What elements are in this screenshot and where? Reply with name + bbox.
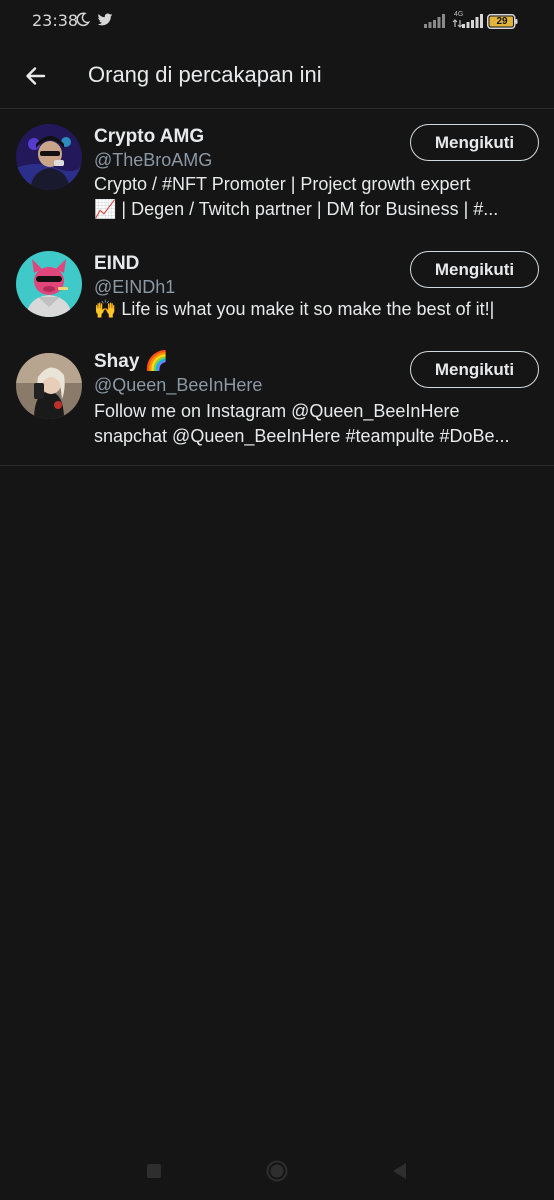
home-circle-icon[interactable] — [266, 1160, 288, 1182]
person-handle: @EINDh1 — [94, 277, 176, 297]
person-handle: @TheBroAMG — [94, 150, 213, 170]
person-row-shay[interactable]: Shay 🌈 @Queen_BeeInHere Follow me on Ins… — [0, 336, 554, 466]
person-bio: Follow me on Instagram @Queen_BeeInHere … — [94, 399, 539, 449]
page-title: Orang di percakapan ini — [88, 62, 322, 87]
following-button[interactable]: Mengikuti — [410, 351, 539, 388]
avatar-image — [16, 353, 82, 419]
header: Orang di percakapan ini — [0, 44, 554, 109]
people-list: Crypto AMG @TheBroAMG Crypto / #NFT Prom… — [0, 109, 554, 466]
person-row-crypto-amg[interactable]: Crypto AMG @TheBroAMG Crypto / #NFT Prom… — [0, 109, 554, 231]
person-name[interactable]: Shay 🌈 — [94, 350, 168, 374]
signal-icon — [424, 14, 445, 28]
following-button[interactable]: Mengikuti — [410, 124, 539, 161]
back-triangle-icon[interactable] — [391, 1162, 407, 1180]
system-nav-bar — [0, 1148, 554, 1194]
person-bio: 🙌 Life is what you make it so make the b… — [94, 297, 539, 322]
bio-line: Follow me on Instagram @Queen_BeeInHere — [94, 401, 460, 421]
person-name[interactable]: EIND — [94, 252, 139, 276]
bio-line: 📈 | Degen / Twitch partner | DM for Busi… — [94, 199, 499, 219]
back-button[interactable] — [16, 56, 56, 96]
avatar-image — [16, 124, 82, 190]
person-row-eind[interactable]: EIND @EINDh1 🙌 Life is what you make it … — [0, 231, 554, 336]
person-bio: Crypto / #NFT Promoter | Project growth … — [94, 172, 539, 222]
avatar[interactable] — [16, 251, 82, 317]
bio-line: snapchat @Queen_BeeInHere #teampulte #Do… — [94, 426, 510, 446]
avatar-image — [16, 251, 82, 317]
avatar[interactable] — [16, 353, 82, 419]
signal-icon-2 — [462, 14, 483, 28]
avatar[interactable] — [16, 124, 82, 190]
battery-level: 29 — [496, 16, 508, 27]
arrow-left-icon — [26, 67, 46, 85]
status-time: 23:38 — [32, 11, 79, 30]
twitter-icon — [97, 13, 113, 26]
bio-line: Crypto / #NFT Promoter | Project growth … — [94, 174, 471, 194]
moon-icon — [76, 12, 90, 27]
status-bar: 23:38 4G 29 — [0, 0, 554, 44]
person-name[interactable]: Crypto AMG — [94, 125, 204, 149]
person-handle: @Queen_BeeInHere — [94, 375, 263, 395]
recents-square-icon[interactable] — [147, 1164, 161, 1178]
bio-line: 🙌 Life is what you make it so make the b… — [94, 299, 495, 319]
following-button[interactable]: Mengikuti — [410, 251, 539, 288]
